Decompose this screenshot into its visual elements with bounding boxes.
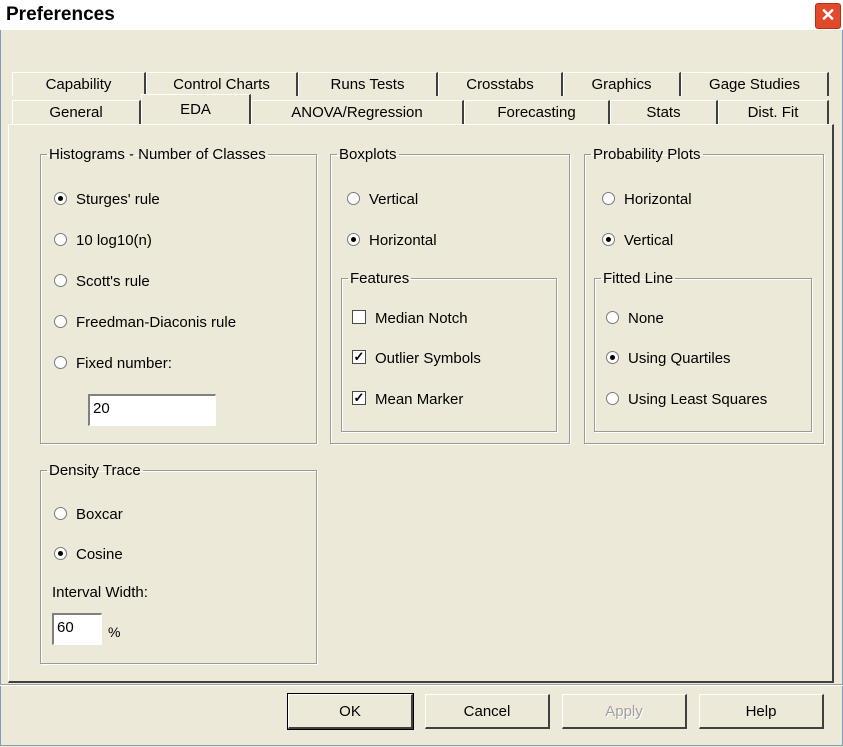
- tab-forecasting[interactable]: Forecasting: [464, 100, 610, 124]
- radio-icon: [602, 191, 615, 205]
- radio-label: Scott's rule: [76, 273, 150, 290]
- close-icon[interactable]: ✕: [815, 3, 841, 29]
- percent-unit: %: [108, 624, 121, 640]
- ok-label: OK: [339, 703, 361, 720]
- radio-prob-horizontal[interactable]: Horizontal: [602, 190, 692, 210]
- tab-capability[interactable]: Capability: [12, 72, 146, 96]
- tab-stats[interactable]: Stats: [610, 100, 718, 124]
- tab-control-charts[interactable]: Control Charts: [146, 72, 298, 96]
- radio-fitted-quartiles[interactable]: Using Quartiles: [606, 349, 731, 369]
- radio-icon: [54, 506, 67, 520]
- tab-crosstabs[interactable]: Crosstabs: [438, 72, 563, 96]
- checkbox-label: Median Notch: [375, 310, 468, 327]
- radio-selected-icon: [347, 232, 360, 246]
- boxplots-legend: Boxplots: [339, 146, 397, 163]
- tab-runs-tests[interactable]: Runs Tests: [298, 72, 438, 96]
- radio-fitted-none[interactable]: None: [606, 309, 664, 329]
- apply-button[interactable]: Apply: [562, 694, 687, 729]
- radio-boxplot-horizontal[interactable]: Horizontal: [347, 231, 437, 251]
- radio-label: Using Least Squares: [628, 391, 768, 408]
- help-label: Help: [745, 703, 777, 720]
- checkmark-icon: ✓: [352, 349, 366, 365]
- radio-label: Sturges' rule: [76, 191, 160, 208]
- radio-freedman-diaconis[interactable]: Freedman-Diaconis rule: [54, 313, 236, 333]
- checkbox-label: Outlier Symbols: [375, 350, 481, 367]
- checkbox-label: Mean Marker: [375, 391, 464, 408]
- help-button[interactable]: Help: [699, 694, 824, 729]
- interval-width-label: Interval Width:: [52, 584, 148, 601]
- radio-icon: [606, 310, 619, 324]
- radio-scotts[interactable]: Scott's rule: [54, 272, 150, 292]
- radio-label: None: [628, 310, 664, 327]
- radio-boxplot-vertical[interactable]: Vertical: [347, 190, 418, 210]
- radio-icon: [54, 314, 67, 328]
- radio-label: Using Quartiles: [628, 350, 731, 367]
- tab-general[interactable]: General: [12, 100, 141, 124]
- interval-width-input[interactable]: 60: [52, 613, 102, 645]
- radio-icon: [606, 391, 619, 405]
- radio-label: 10 log10(n): [76, 232, 152, 249]
- radio-label: Vertical: [369, 191, 419, 208]
- radio-selected-icon: [54, 546, 67, 560]
- window-title: Preferences: [6, 4, 115, 25]
- tab-dist-fit[interactable]: Dist. Fit: [718, 100, 829, 124]
- tab-gage-studies[interactable]: Gage Studies: [681, 72, 829, 96]
- title-bar: [0, 0, 843, 30]
- radio-10log10[interactable]: 10 log10(n): [54, 231, 152, 251]
- cancel-button[interactable]: Cancel: [425, 694, 550, 729]
- apply-label: Apply: [605, 703, 643, 720]
- tab-eda[interactable]: EDA: [141, 94, 251, 124]
- density-trace-legend: Density Trace: [49, 462, 141, 479]
- radio-label: Vertical: [624, 232, 674, 249]
- check-outlier-symbols[interactable]: ✓ Outlier Symbols: [352, 349, 481, 369]
- radio-fixed-number[interactable]: Fixed number:: [54, 354, 172, 374]
- tab-graphics[interactable]: Graphics: [563, 72, 681, 96]
- radio-selected-icon: [602, 232, 615, 246]
- radio-label: Freedman-Diaconis rule: [76, 314, 237, 331]
- histograms-legend: Histograms - Number of Classes: [49, 146, 266, 163]
- check-mean-marker[interactable]: ✓ Mean Marker: [352, 390, 463, 410]
- tab-anova-regression[interactable]: ANOVA/Regression: [251, 100, 464, 124]
- radio-selected-icon: [54, 191, 67, 205]
- radio-icon: [54, 355, 67, 369]
- features-legend: Features: [350, 270, 410, 287]
- footer-divider: [0, 684, 843, 686]
- radio-icon: [54, 232, 67, 246]
- radio-label: Boxcar: [76, 506, 123, 523]
- fitted-line-legend: Fitted Line: [603, 270, 674, 287]
- radio-fitted-least-squares[interactable]: Using Least Squares: [606, 390, 767, 410]
- checkbox-icon: [352, 310, 366, 325]
- cancel-label: Cancel: [463, 703, 511, 720]
- radio-label: Cosine: [76, 546, 123, 563]
- radio-cosine[interactable]: Cosine: [54, 545, 123, 565]
- radio-prob-vertical[interactable]: Vertical: [602, 231, 673, 251]
- radio-icon: [347, 191, 360, 205]
- probability-plots-legend: Probability Plots: [593, 146, 701, 163]
- check-median-notch[interactable]: Median Notch: [352, 309, 468, 329]
- checkmark-icon: ✓: [352, 390, 366, 406]
- radio-label: Horizontal: [369, 232, 437, 249]
- radio-label: Fixed number:: [76, 355, 172, 372]
- radio-sturges[interactable]: Sturges' rule: [54, 190, 160, 210]
- radio-boxcar[interactable]: Boxcar: [54, 505, 123, 525]
- radio-label: Horizontal: [624, 191, 692, 208]
- radio-icon: [54, 273, 67, 287]
- fixed-number-input[interactable]: 20: [88, 394, 216, 426]
- ok-button[interactable]: OK: [287, 693, 414, 730]
- radio-selected-icon: [606, 350, 619, 364]
